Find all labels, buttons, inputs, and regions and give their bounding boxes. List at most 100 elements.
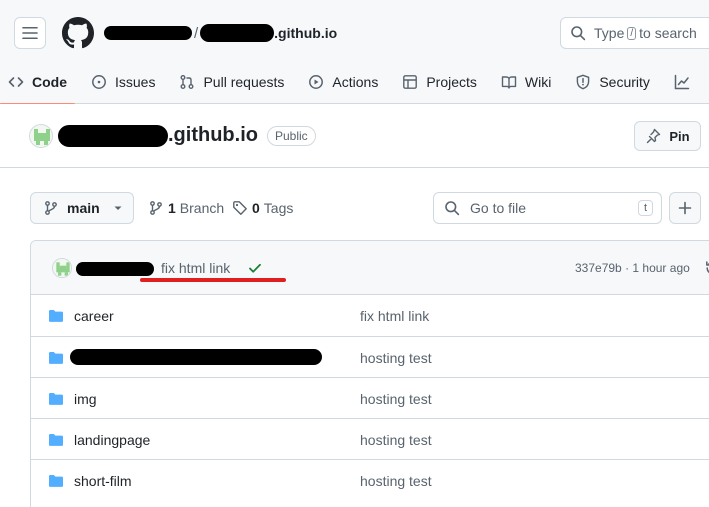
breadcrumb-repo-name[interactable]: .github.io	[274, 25, 337, 41]
folder-icon	[49, 434, 63, 446]
breadcrumb: / .github.io	[104, 22, 337, 44]
red-annotation-underline	[140, 278, 286, 282]
folder-icon	[49, 393, 63, 405]
plus-icon	[678, 201, 692, 215]
visibility-badge: Public	[266, 125, 316, 146]
table-icon	[403, 75, 418, 89]
tag-count: 0	[252, 200, 260, 216]
git-branch-icon	[150, 201, 162, 215]
file-row: career fix html link	[31, 295, 709, 336]
go-to-file-shortcut: t	[637, 200, 653, 216]
search-input[interactable]: Type / to search	[560, 17, 709, 49]
repo-nav: Code Issues Pull requests Actions Projec…	[0, 60, 709, 105]
caret-down-icon	[114, 206, 122, 210]
branch-word: Branch	[179, 200, 225, 216]
repo-name-suffix[interactable]: .github.io	[168, 124, 258, 147]
check-icon[interactable]	[247, 260, 263, 276]
file-browser: fix html link 337e79b · 1 hour ago caree…	[30, 240, 709, 507]
file-commit-message[interactable]: hosting test	[360, 391, 432, 407]
commit-meta-separator: ·	[625, 261, 630, 275]
file-name-link[interactable]: img	[74, 391, 97, 407]
git-branch-icon	[45, 201, 57, 215]
redacted-commit-author[interactable]	[76, 262, 154, 276]
identicon-icon	[53, 259, 71, 277]
file-commit-message[interactable]: hosting test	[360, 350, 432, 366]
tab-projects[interactable]: Projects	[394, 60, 485, 104]
redacted-repo-name[interactable]	[58, 124, 168, 147]
pin-button[interactable]: Pin	[634, 121, 701, 151]
commit-meta: 337e79b · 1 hour ago	[575, 261, 690, 275]
tab-projects-label: Projects	[426, 74, 477, 90]
top-bar: / .github.io Type / to search Code Issue…	[0, 0, 709, 105]
commit-time: 1 hour ago	[632, 261, 690, 275]
search-placeholder-suffix: to search	[639, 25, 697, 41]
repo-owner-avatar[interactable]	[29, 124, 53, 148]
search-icon	[571, 26, 586, 41]
file-commit-message[interactable]: fix html link	[360, 308, 429, 324]
file-commit-message[interactable]: hosting test	[360, 432, 432, 448]
file-name-link[interactable]: landingpage	[74, 432, 150, 448]
github-logo-icon[interactable]	[62, 17, 94, 49]
redacted-repo-prefix[interactable]	[200, 24, 275, 42]
branch-count: 1	[168, 200, 176, 216]
folder-icon	[49, 310, 63, 322]
tab-pull-requests[interactable]: Pull requests	[171, 60, 292, 104]
redacted-owner[interactable]	[104, 26, 192, 40]
file-commit-message[interactable]: hosting test	[360, 473, 432, 489]
commit-message-link[interactable]: fix html link	[161, 260, 230, 276]
issue-icon	[92, 75, 106, 89]
redacted-file-name[interactable]	[70, 349, 322, 365]
pin-icon	[647, 128, 661, 144]
identicon-icon	[30, 125, 52, 147]
play-icon	[309, 75, 324, 89]
shield-icon	[577, 74, 590, 90]
folder-icon	[49, 475, 63, 487]
tab-actions-label: Actions	[332, 74, 379, 90]
tab-issues-label: Issues	[115, 74, 156, 90]
search-shortcut-key: /	[627, 26, 637, 40]
go-to-file-input[interactable]: Go to file t	[433, 192, 662, 224]
commit-author-avatar[interactable]	[52, 258, 72, 278]
commit-hash[interactable]: 337e79b	[575, 261, 622, 275]
branch-selector[interactable]: main	[30, 192, 134, 224]
go-to-file-placeholder: Go to file	[470, 200, 527, 216]
code-icon	[8, 77, 24, 87]
add-file-button[interactable]	[669, 192, 701, 224]
tab-issues[interactable]: Issues	[83, 60, 163, 104]
tab-wiki[interactable]: Wiki	[493, 60, 559, 104]
tab-code[interactable]: Code	[0, 60, 75, 105]
branches-link[interactable]: 1 Branch	[148, 192, 224, 224]
tab-code-label: Code	[32, 74, 67, 90]
book-icon	[501, 76, 517, 89]
pull-request-icon	[180, 75, 194, 89]
tab-pull-requests-label: Pull requests	[203, 74, 285, 90]
tags-link[interactable]: 0 Tags	[232, 192, 293, 224]
graph-icon	[674, 74, 690, 90]
tag-word: Tags	[263, 200, 294, 216]
menu-button[interactable]	[14, 17, 46, 49]
tab-security[interactable]: Security	[567, 60, 658, 104]
tab-insights[interactable]	[666, 60, 706, 104]
tab-actions[interactable]: Actions	[300, 60, 386, 104]
tag-icon	[233, 201, 247, 215]
breadcrumb-separator: /	[194, 24, 199, 42]
file-name-link[interactable]: career	[74, 308, 114, 324]
tab-security-label: Security	[599, 74, 650, 90]
file-row: img hosting test	[31, 377, 709, 418]
repo-title: .github.io Public	[58, 124, 316, 147]
file-row: hosting test	[31, 336, 709, 377]
search-placeholder-prefix: Type	[594, 25, 625, 41]
hamburger-icon	[22, 26, 38, 40]
repo-header: .github.io Public Pin	[0, 104, 709, 168]
search-icon	[445, 201, 460, 216]
history-icon[interactable]	[705, 260, 709, 276]
file-name-link[interactable]: short-film	[74, 473, 132, 489]
folder-icon	[49, 352, 63, 364]
branch-name: main	[67, 200, 100, 216]
tab-wiki-label: Wiki	[524, 74, 552, 90]
file-row: landingpage hosting test	[31, 418, 709, 459]
latest-commit-row: fix html link 337e79b · 1 hour ago	[31, 241, 709, 295]
branch-bar: main 1 Branch 0 Tags Go to file t	[0, 192, 709, 224]
pin-label: Pin	[669, 128, 690, 144]
file-row: short-film hosting test	[31, 459, 709, 500]
